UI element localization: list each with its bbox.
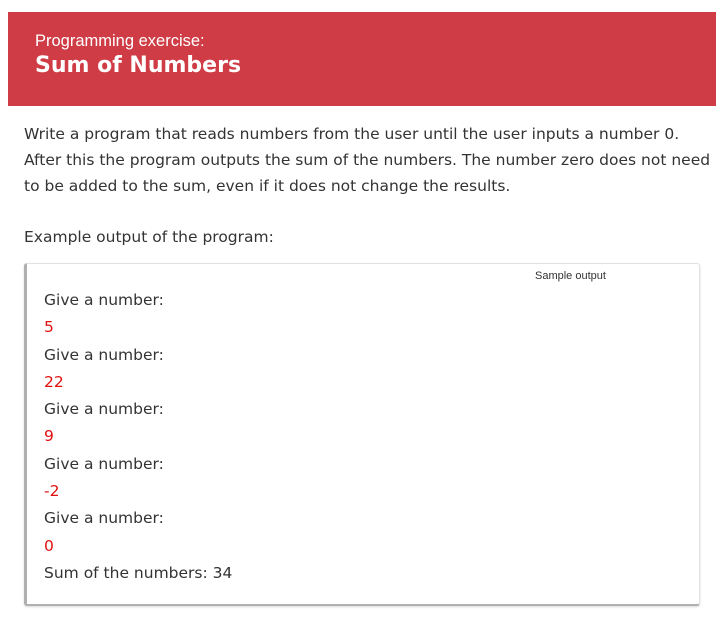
sample-output-lines: Give a number: 5 Give a number: 22 Give a nu… [44,287,232,587]
prompt-line: Give a number: [44,291,164,309]
prompt-line: Give a number: [44,454,164,473]
sample-output-tag: Sample output [535,270,606,282]
example-output-label: Example output of the program: [24,228,274,246]
exercise-type-label: Programming exercise: [35,32,205,50]
exercise-title: Sum of Numbers [35,53,242,78]
prompt-line: Give a number: [44,400,164,419]
user-input-line: 0 [44,536,54,555]
exercise-description: Write a program that reads numbers from … [24,125,711,195]
result-line: Sum of the numbers: 34 [44,563,233,582]
user-input-line: 9 [44,427,54,446]
exercise-header: Programming exercise: Sum of Numbers [8,12,716,106]
prompt-line: Give a number: [44,345,164,364]
user-input-line: 22 [44,372,64,391]
user-input-line: -2 [44,482,60,501]
prompt-line: Give a number: [44,509,164,528]
sample-output-box: Sample output Give a number: 5 Give a numb… [24,263,700,606]
user-input-line: 5 [44,318,54,337]
